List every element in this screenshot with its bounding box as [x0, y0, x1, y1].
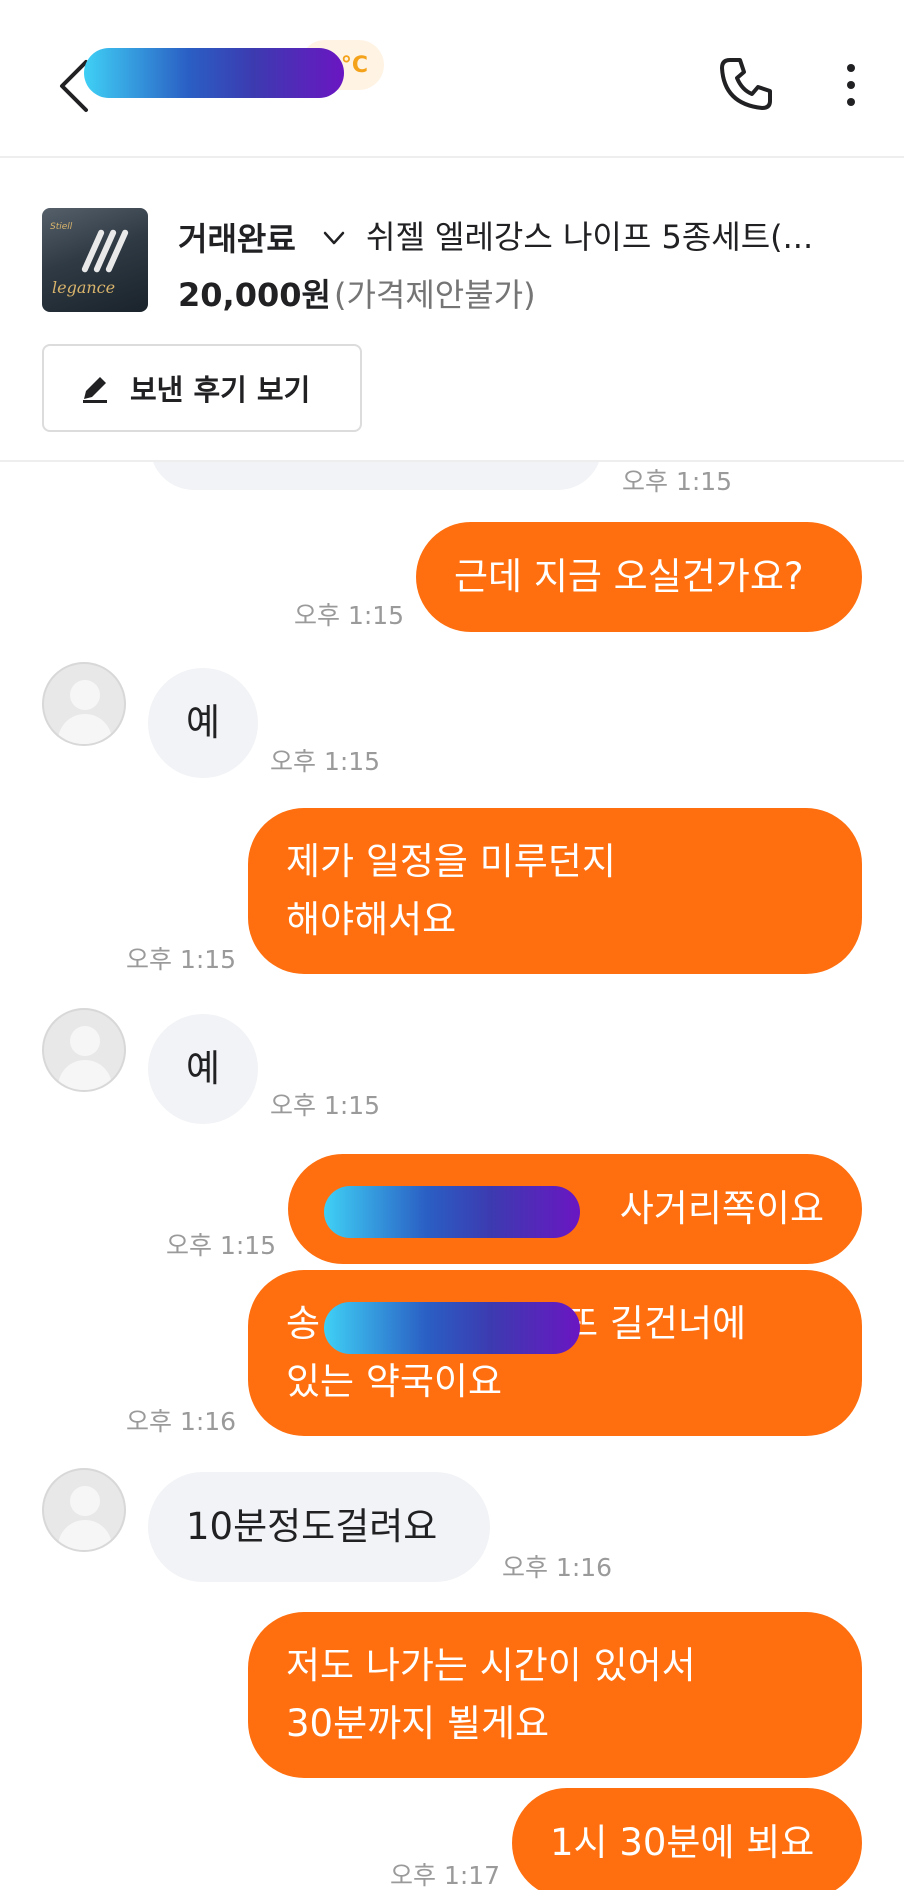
- outgoing-message: 근데 지금 오실건가요?: [416, 522, 862, 632]
- avatar-body: [58, 1520, 112, 1550]
- message-time: 오후 1:16: [502, 1553, 613, 1582]
- message-time: 오후 1:17: [390, 1861, 501, 1890]
- message-text: 예: [185, 701, 221, 744]
- avatar-body: [58, 714, 112, 744]
- message-time: 오후 1:15: [294, 601, 405, 630]
- redacted-name: [84, 48, 344, 98]
- message-time: 오후 1:15: [166, 1231, 277, 1260]
- outgoing-message: 저도 나가는 시간이 있어서 30분까지 뵐게요: [248, 1612, 862, 1778]
- avatar[interactable]: [42, 1008, 126, 1092]
- thumbnail-text: legance: [52, 278, 116, 297]
- message-line: 제가 일정을 미루던지: [286, 840, 616, 883]
- message-time: 오후 1:15: [622, 467, 733, 496]
- message-text: 근데 지금 오실건가요?: [454, 555, 804, 598]
- message-text: 1시 30분에 뵈요: [550, 1821, 815, 1864]
- incoming-message: 10분정도걸려요: [148, 1472, 490, 1582]
- chevron-down-icon[interactable]: [322, 226, 346, 250]
- avatar[interactable]: [42, 1468, 126, 1552]
- chat-messages[interactable]: 오후 1:15 근데 지금 오실건가요? 오후 1:15 예 오후 1:15 제…: [0, 462, 904, 1890]
- product-thumbnail[interactable]: Stiell legance: [42, 208, 148, 312]
- deal-status[interactable]: 거래완료: [178, 214, 296, 260]
- thumbnail-brand: Stiell: [50, 222, 73, 232]
- avatar-body: [58, 1060, 112, 1090]
- message-line-start: 송: [286, 1302, 321, 1345]
- outgoing-message: 1시 30분에 뵈요: [512, 1788, 862, 1890]
- phone-icon: [720, 58, 772, 110]
- avatar-head: [70, 680, 100, 710]
- chat-header: °C: [0, 0, 904, 158]
- incoming-message: 예: [148, 1014, 258, 1124]
- product-price: 20,000원: [178, 276, 331, 314]
- view-review-button[interactable]: 보낸 후기 보기: [42, 344, 362, 432]
- message-line: 해야해서요: [286, 898, 457, 941]
- product-summary[interactable]: Stiell legance 거래완료 쉬젤 엘레강스 나이프 5종세트(...…: [0, 158, 904, 462]
- temperature-unit: °C: [340, 52, 368, 78]
- outgoing-message: 제가 일정을 미루던지 해야해서요: [248, 808, 862, 974]
- message-line: 30분까지 뵐게요: [286, 1702, 550, 1745]
- view-review-label: 보낸 후기 보기: [130, 373, 311, 407]
- avatar[interactable]: [42, 662, 126, 746]
- product-title: 쉬젤 엘레강스 나이프 5종세트(...: [366, 218, 814, 256]
- message-time: 오후 1:15: [270, 747, 381, 776]
- price-note: (가격제안불가): [334, 276, 536, 314]
- redacted-text: [324, 1302, 580, 1354]
- message-line: 저도 나가는 시간이 있어서: [286, 1644, 696, 1687]
- message-time: 오후 1:15: [126, 945, 237, 974]
- message-time: 오후 1:16: [126, 1407, 237, 1436]
- message-line: 있는 약국이요: [286, 1360, 503, 1403]
- avatar-head: [70, 1486, 100, 1516]
- redacted-text: [324, 1186, 580, 1238]
- incoming-message: 예: [148, 668, 258, 778]
- pencil-icon: [83, 377, 107, 403]
- partial-incoming-bubble: [150, 462, 602, 490]
- message-text: 10분정도걸려요: [186, 1505, 438, 1548]
- more-button[interactable]: [836, 60, 866, 110]
- more-vertical-icon: [847, 64, 855, 106]
- message-time: 오후 1:15: [270, 1091, 381, 1120]
- call-button[interactable]: [716, 54, 776, 114]
- message-text: 사거리쪽이요: [619, 1187, 824, 1230]
- message-text: 예: [185, 1047, 221, 1090]
- avatar-head: [70, 1026, 100, 1056]
